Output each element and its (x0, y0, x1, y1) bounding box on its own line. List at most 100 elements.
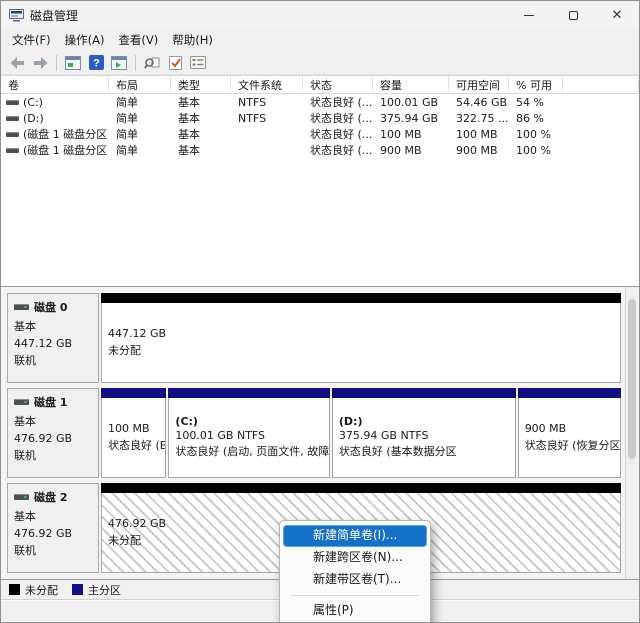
console-window-button[interactable] (63, 53, 83, 73)
context-menu-item-2[interactable]: 新建带区卷(T)... (283, 569, 427, 591)
disk-size: 447.12 GB (14, 335, 92, 352)
volume-name: (磁盘 1 磁盘分区 1) (23, 126, 109, 142)
cell: 状态良好 (... (303, 110, 373, 126)
column-header-3[interactable]: 文件系统 (231, 76, 303, 93)
cell: 322.75 ... (449, 112, 509, 125)
region-volume-name: (C:) (175, 415, 322, 428)
region-line: 100 MB (108, 421, 159, 438)
context-menu: 新建简单卷(I)...新建跨区卷(N)...新建带区卷(T)...属性(P)帮助… (279, 520, 431, 623)
maximize-button[interactable] (551, 1, 595, 29)
disk-0-region-0[interactable]: 447.12 GB未分配 (101, 293, 621, 383)
app-icon (9, 9, 24, 22)
column-header-5[interactable]: 容量 (373, 76, 449, 93)
cell: 54 % (509, 96, 563, 109)
legend-swatch (72, 584, 83, 595)
volume-name: (C:) (23, 96, 43, 109)
minimize-button[interactable] (507, 1, 551, 29)
disk-size: 476.92 GB (14, 430, 92, 447)
menu-item-3[interactable]: 帮助(H) (165, 30, 220, 50)
table-row[interactable]: (C:)简单基本NTFS状态良好 (...100.01 GB54.46 GB54… (1, 94, 639, 110)
context-menu-item-1[interactable]: 新建跨区卷(N)... (283, 547, 427, 569)
toolbar-separator (56, 55, 57, 71)
region-line: 100.01 GB NTFS (175, 428, 322, 445)
check-document-button[interactable] (165, 53, 185, 73)
volume-name-cell: (D:) (1, 112, 109, 125)
disk-label-2[interactable]: 磁盘 2基本476.92 GB联机 (7, 483, 99, 573)
disk-icon (14, 494, 29, 500)
cell: NTFS (231, 96, 303, 109)
region-line: 447.12 GB (108, 326, 614, 343)
region-color-bar (101, 293, 621, 303)
disk-title: 磁盘 0 (14, 299, 92, 315)
menu-item-0[interactable]: 文件(F) (5, 30, 58, 50)
title-bar: 磁盘管理 ✕ (1, 1, 639, 29)
region-line: 状态良好 (基本数据分区 (339, 444, 509, 461)
table-row[interactable]: (磁盘 1 磁盘分区 1)简单基本状态良好 (...100 MB100 MB10… (1, 126, 639, 142)
disk-type: 基本 (14, 413, 92, 430)
column-header-1[interactable]: 布局 (109, 76, 171, 93)
context-menu-item-4[interactable]: 属性(P) (283, 600, 427, 622)
forward-arrow-icon (33, 57, 48, 69)
disk-management-window: 磁盘管理 ✕ 文件(F)操作(A)查看(V)帮助(H) ? (0, 0, 640, 623)
disk-title: 磁盘 2 (14, 489, 92, 505)
region-volume-name: (D:) (339, 415, 509, 428)
back-button[interactable] (7, 53, 27, 73)
region-body: (C:)100.01 GB NTFS状态良好 (启动, 页面文件, 故障转 (168, 398, 329, 478)
region-color-bar (518, 388, 621, 398)
legend-item-0: 未分配 (9, 582, 58, 598)
disk-row-1: 磁盘 1基本476.92 GB联机100 MB状态良好 (E(C:)100.01… (7, 388, 621, 478)
region-line: 状态良好 (E (108, 438, 159, 455)
legend-label: 未分配 (25, 582, 58, 598)
cell: 54.46 GB (449, 96, 509, 109)
disk-size: 476.92 GB (14, 525, 92, 542)
disk-title: 磁盘 1 (14, 394, 92, 410)
cell: 状态良好 (... (303, 126, 373, 142)
disk-label-1[interactable]: 磁盘 1基本476.92 GB联机 (7, 388, 99, 478)
table-row[interactable]: (D:)简单基本NTFS状态良好 (...375.94 GB322.75 ...… (1, 110, 639, 126)
window-title: 磁盘管理 (30, 7, 78, 24)
disk-icon (14, 399, 29, 405)
cell: 86 % (509, 112, 563, 125)
minimize-icon (524, 15, 534, 16)
column-header-2[interactable]: 类型 (171, 76, 231, 93)
cell: 简单 (109, 126, 171, 142)
context-menu-item-0[interactable]: 新建简单卷(I)... (283, 525, 427, 547)
help-button[interactable]: ? (86, 53, 106, 73)
cell: 基本 (171, 110, 231, 126)
region-line: 375.94 GB NTFS (339, 428, 509, 445)
legend-swatch (9, 584, 20, 595)
column-header-7[interactable]: % 可用 (509, 76, 563, 93)
forward-button[interactable] (30, 53, 50, 73)
cell: 100.01 GB (373, 96, 449, 109)
region-line: 状态良好 (恢复分区 (525, 438, 614, 455)
region-body: 447.12 GB未分配 (101, 303, 621, 383)
volume-icon (6, 100, 19, 105)
column-header-6[interactable]: 可用空间 (449, 76, 509, 93)
cell: 100 MB (373, 128, 449, 141)
maximize-icon (569, 11, 578, 20)
menu-item-1[interactable]: 操作(A) (58, 30, 112, 50)
disk-1-region-3[interactable]: 900 MB状态良好 (恢复分区 (518, 388, 621, 478)
vertical-scrollbar[interactable] (625, 287, 637, 579)
menu-item-2[interactable]: 查看(V) (111, 30, 165, 50)
region-line: 900 MB (525, 421, 614, 438)
disk-1-region-0[interactable]: 100 MB状态良好 (E (101, 388, 166, 478)
disk-label-0[interactable]: 磁盘 0基本447.12 GB联机 (7, 293, 99, 383)
disk-status: 联机 (14, 352, 92, 369)
volume-table-body: (C:)简单基本NTFS状态良好 (...100.01 GB54.46 GB54… (1, 94, 639, 158)
volume-name: (磁盘 1 磁盘分区 5) (23, 142, 109, 158)
table-row[interactable]: (磁盘 1 磁盘分区 5)简单基本状态良好 (...900 MB900 MB10… (1, 142, 639, 158)
close-button[interactable]: ✕ (595, 1, 639, 29)
disk-1-region-1[interactable]: (C:)100.01 GB NTFS状态良好 (启动, 页面文件, 故障转 (168, 388, 329, 478)
scrollbar-thumb[interactable] (628, 299, 636, 459)
properties-list-button[interactable] (188, 53, 208, 73)
inspect-button[interactable] (142, 53, 162, 73)
console-play-button[interactable] (109, 53, 129, 73)
disk-1-region-2[interactable]: (D:)375.94 GB NTFS状态良好 (基本数据分区 (332, 388, 516, 478)
cell: 100 % (509, 128, 563, 141)
column-header-4[interactable]: 状态 (303, 76, 373, 93)
toolbar: ? (1, 51, 639, 75)
column-header-0[interactable]: 卷 (1, 76, 109, 93)
close-icon: ✕ (612, 9, 623, 22)
menu-separator (291, 595, 419, 596)
